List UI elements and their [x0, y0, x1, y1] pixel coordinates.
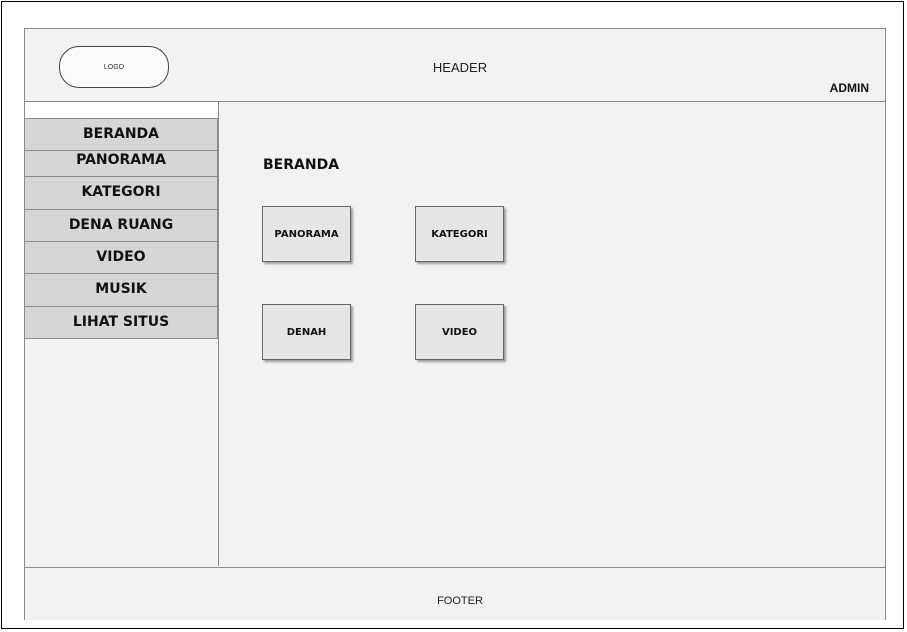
page-title: BERANDA — [263, 157, 340, 173]
header-title-text: HEADER — [432, 60, 488, 75]
sidebar-item-dena-ruang[interactable]: DENA RUANG — [25, 210, 218, 242]
sidebar-item-beranda[interactable]: BERANDA — [25, 119, 218, 151]
sidebar: BERANDA PANORAMA KATEGORI DENA RUANG VID… — [25, 102, 219, 566]
main-content: BERANDA PANORAMA KATEGORI DENAH VIDEO — [219, 102, 885, 566]
sidebar-top-spacer — [25, 102, 218, 119]
tile-kategori[interactable]: KATEGORI — [415, 206, 504, 262]
tile-denah[interactable]: DENAH — [262, 304, 351, 360]
sidebar-item-lihat-situs[interactable]: LIHAT SITUS — [25, 307, 218, 339]
footer-label: FOOTER — [437, 595, 483, 607]
app-window: LOGO HEADER ADMIN BERANDA PANORAMA KATEG… — [24, 28, 886, 620]
footer-text: FOOTER — [25, 595, 885, 607]
sidebar-item-musik[interactable]: MUSIK — [25, 274, 218, 307]
tile-panorama[interactable]: PANORAMA — [262, 206, 351, 262]
tile-video[interactable]: VIDEO — [415, 304, 504, 360]
footer: FOOTER — [25, 567, 885, 620]
header: LOGO HEADER ADMIN — [25, 29, 885, 102]
sidebar-item-video[interactable]: VIDEO — [25, 242, 218, 274]
sidebar-item-kategori[interactable]: KATEGORI — [25, 177, 218, 210]
admin-label[interactable]: ADMIN — [830, 81, 869, 95]
header-title: HEADER — [25, 61, 885, 74]
sidebar-item-panorama[interactable]: PANORAMA — [25, 151, 218, 177]
